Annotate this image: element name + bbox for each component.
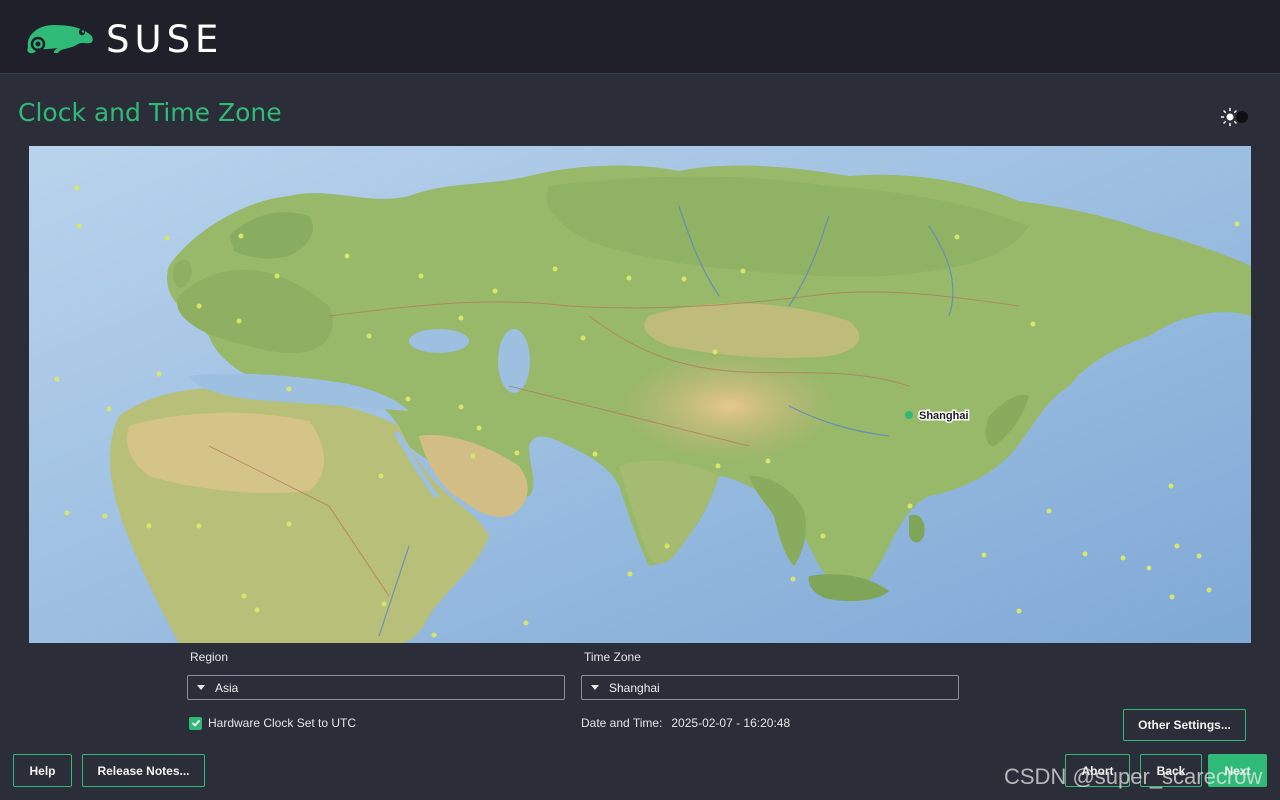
hardware-clock-label: Hardware Clock Set to UTC [208,716,357,730]
sun-moon-icon [1220,107,1248,127]
timezone-label: Time Zone [584,650,641,664]
hardware-clock-checkbox[interactable]: Hardware Clock Set to UTC [189,716,356,730]
world-map-graphic: Shanghai [29,146,1251,643]
selected-city-marker [905,411,913,419]
other-settings-button[interactable]: Other Settings... [1123,709,1246,741]
checkbox-checked-icon [189,716,202,730]
dropdown-arrow-icon [591,685,599,690]
release-notes-button[interactable]: Release Notes... [82,754,205,787]
selected-city-label: Shanghai [919,410,969,422]
abort-button[interactable]: Abort [1065,754,1130,787]
dropdown-arrow-icon [197,685,205,690]
page-title: Clock and Time Zone [18,98,282,127]
suse-logo: SUSE [24,17,224,61]
timezone-value: Shanghai [609,680,660,695]
brand-name: SUSE [106,17,224,61]
region-label: Region [190,650,229,664]
help-button[interactable]: Help [13,754,72,787]
next-button[interactable]: Next [1208,754,1267,787]
region-value: Asia [215,680,239,695]
top-banner: SUSE [0,0,1280,74]
timezone-map[interactable]: Shanghai [29,146,1251,643]
region-combobox[interactable]: Asia [187,675,565,700]
date-time-display: Date and Time: 2025-02-07 - 16:20:48 [581,716,790,730]
chameleon-icon [27,25,93,54]
date-time-value: 2025-02-07 - 16:20:48 [671,716,791,730]
theme-toggle[interactable] [1220,107,1248,127]
date-time-label: Date and Time: [581,716,663,730]
timezone-combobox[interactable]: Shanghai [581,675,959,700]
back-button[interactable]: Back [1140,754,1202,787]
